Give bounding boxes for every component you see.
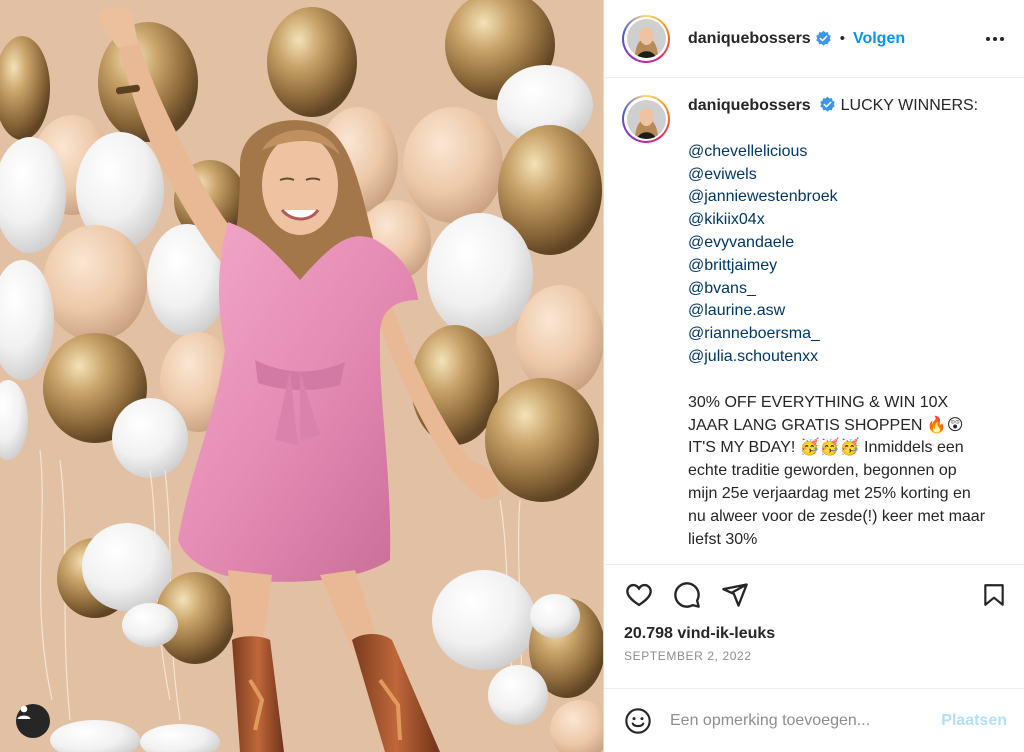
caption-text: daniquebossers LUCKY WINNERS: @chevellel… [688,95,988,551]
caption-body: 30% OFF EVERYTHING & WIN 10X JAAR LANG G… [688,393,986,548]
follow-button[interactable]: Volgen [853,30,905,48]
avatar-image [626,19,666,58]
instagram-post: daniquebossers • Volgen daniquebossers L… [0,0,1024,752]
mention-link[interactable]: @julia.schoutenxx [688,346,988,369]
caption-lead: LUCKY WINNERS: [840,97,979,114]
mention-link[interactable]: @eviwels [688,164,988,187]
action-icons [604,565,1024,625]
caption-avatar-border [624,97,668,141]
emoji-icon[interactable] [624,707,652,735]
mention-link[interactable]: @bvans_ [688,278,988,301]
mention-link[interactable]: @laurine.asw [688,300,988,323]
mention-link[interactable]: @evyvandaele [688,232,988,255]
like-count[interactable]: 20.798 vind-ik-leuks [624,625,775,643]
post-comment-button[interactable]: Plaatsen [941,712,1007,730]
tagged-user-button[interactable] [16,704,50,738]
verified-badge-icon [820,96,835,112]
header-username[interactable]: daniquebossers [688,30,811,48]
caption-username[interactable]: daniquebossers [688,97,811,114]
post-photo[interactable] [0,0,603,752]
caption-area[interactable]: daniquebossers LUCKY WINNERS: @chevellel… [604,79,1024,564]
comment-bar: Plaatsen [604,688,1024,752]
more-horizontal-icon[interactable] [986,36,1004,41]
avatar-border [624,16,668,61]
mention-link[interactable]: @brittjaimey [688,255,988,278]
post-header: daniquebossers • Volgen [604,0,1024,78]
caption-row: daniquebossers LUCKY WINNERS: @chevellel… [622,95,1005,551]
comment-icon[interactable] [672,581,702,609]
mention-link[interactable]: @kikiix04x [688,209,988,232]
action-bar: 20.798 vind-ik-leuks SEPTEMBER 2, 2022 [604,564,1024,663]
heart-icon[interactable] [624,581,654,609]
caption-avatar[interactable] [622,95,670,143]
party-photo-illustration [0,0,603,752]
mention-list: @chevellelicious @eviwels @janniewestenb… [688,141,988,369]
avatar[interactable] [622,14,670,63]
mention-link[interactable]: @janniewestenbroek [688,186,988,209]
bookmark-icon[interactable] [981,581,1007,609]
user-icon [17,705,31,719]
post-date[interactable]: SEPTEMBER 2, 2022 [624,649,752,663]
post-side-panel: daniquebossers • Volgen daniquebossers L… [603,0,1024,752]
separator-dot: • [839,30,845,47]
verified-badge-icon [815,30,831,46]
comment-input[interactable] [670,711,930,730]
mention-link[interactable]: @rianneboersma_ [688,323,988,346]
share-icon[interactable] [720,581,750,609]
caption-avatar-image [626,99,666,139]
mention-link[interactable]: @chevellelicious [688,141,988,164]
